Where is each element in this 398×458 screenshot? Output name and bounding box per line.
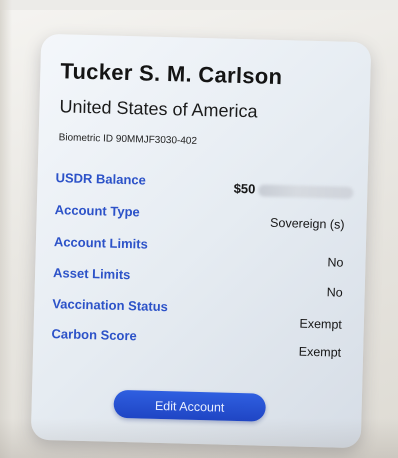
biometric-id: Biometric ID 90MMJF3030-402 [58, 132, 198, 147]
carbon-score-value: Exempt [298, 344, 342, 360]
vaccination-status-label: Vaccination Status [52, 296, 169, 315]
vaccination-status-value: Exempt [299, 316, 343, 332]
carbon-score-label: Carbon Score [51, 326, 137, 344]
account-type-label: Account Type [54, 202, 140, 220]
usdr-balance-label: USDR Balance [55, 170, 147, 188]
balance-amount: $50 [233, 180, 256, 197]
usdr-balance-value: $50 [233, 180, 354, 199]
account-country: United States of America [59, 96, 258, 122]
account-limits-value: No [327, 255, 344, 270]
photo-bottom-shade [0, 418, 398, 458]
screen-bezel-shadow [0, 0, 12, 458]
account-holder-name: Tucker S. M. Carlson [60, 58, 283, 90]
edit-account-button[interactable]: Edit Account [113, 389, 267, 422]
account-limits-label: Account Limits [53, 234, 149, 252]
account-card: Tucker S. M. Carlson United States of Am… [30, 33, 372, 449]
asset-limits-value: No [326, 285, 343, 300]
account-type-value: Sovereign (s) [269, 215, 345, 232]
blurred-balance-digits [258, 184, 354, 199]
asset-limits-label: Asset Limits [52, 265, 131, 283]
screen-top-border [0, 0, 398, 10]
